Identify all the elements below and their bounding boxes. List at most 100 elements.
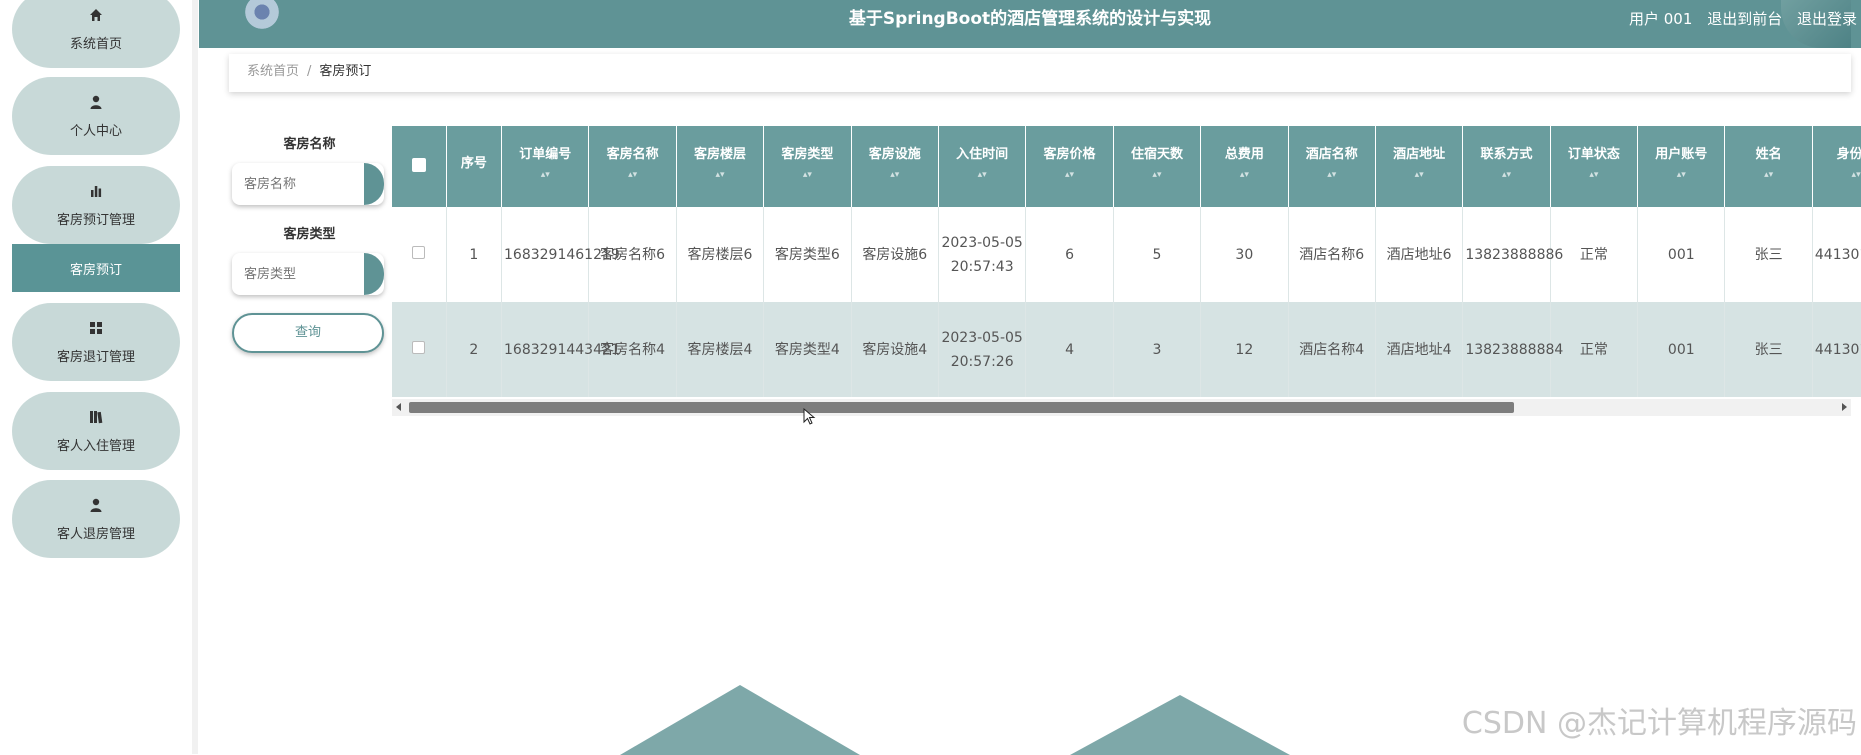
column-header-label: 客房名称	[606, 147, 659, 162]
room-type-input[interactable]	[232, 253, 362, 295]
scroll-right-arrow-icon[interactable]	[1842, 403, 1847, 411]
column-header[interactable]: 入住时间 ▴▾	[938, 126, 1027, 207]
logout-link[interactable]: 退出登录	[1797, 10, 1857, 28]
sort-icon[interactable]: ▴▾	[1815, 170, 1861, 180]
sort-icon[interactable]: ▴▾	[1378, 170, 1460, 180]
table-cell: 2023-05-05 20:57:43	[938, 207, 1027, 302]
table-cell: 2023-05-05 20:57:26	[938, 302, 1027, 397]
room-name-input[interactable]	[232, 163, 362, 205]
row-checkbox[interactable]	[412, 340, 426, 354]
top-header: 基于SpringBoot的酒店管理系统的设计与实现 用户 001 退出到前台 退…	[199, 0, 1861, 48]
breadcrumb-current: 客房预订	[319, 64, 372, 79]
column-header[interactable]: 订单状态 ▴▾	[1550, 126, 1639, 207]
sort-icon[interactable]: ▴▾	[1291, 170, 1373, 180]
room-name-label: 客房名称	[283, 137, 336, 152]
watermark: CSDN @杰记计算机程序源码	[1461, 706, 1857, 741]
column-header[interactable]: 客房类型 ▴▾	[763, 126, 852, 207]
table-cell: 张三	[1724, 207, 1813, 302]
sort-icon[interactable]: ▴▾	[591, 170, 673, 180]
sort-icon[interactable]: ▴▾	[1028, 170, 1110, 180]
column-header[interactable]: 总费用 ▴▾	[1200, 126, 1289, 207]
sort-icon[interactable]: ▴▾	[1203, 170, 1285, 180]
scrollbar-thumb[interactable]	[409, 402, 1514, 413]
column-header[interactable]: 酒店地址 ▴▾	[1375, 126, 1464, 207]
table-row[interactable]: 2 1683291443421 客房名称4 客房楼层4 客房类型4 客房设施4 2023-0…	[392, 302, 1861, 397]
table-cell: 客房名称4	[588, 302, 677, 397]
table-cell: 客房楼层4	[676, 302, 765, 397]
sort-icon[interactable]: ▴▾	[941, 170, 1023, 180]
row-select-cell[interactable]	[392, 207, 447, 302]
sidebar-item-checkout-management[interactable]: 客人退房管理	[12, 480, 180, 558]
sort-icon[interactable]: ▴▾	[1116, 170, 1198, 180]
sidebar: 系统首页 个人中心 客房预订管理 客房预订 客房退订管理 客人入住管理 客人退房…	[0, 0, 198, 754]
home-icon	[90, 8, 102, 21]
column-header[interactable]: 身份证 ▴▾	[1812, 126, 1861, 207]
table-cell: 酒店名称6	[1288, 207, 1376, 302]
table-cell: 张三	[1724, 302, 1813, 397]
column-header[interactable]: 客房楼层 ▴▾	[676, 126, 765, 207]
breadcrumb-separator: /	[307, 64, 312, 79]
book-icon	[90, 410, 103, 423]
horizontal-scrollbar[interactable]	[392, 399, 1851, 416]
table-row[interactable]: 1 1683291461219 客房名称6 客房楼层6 客房类型6 客房设施6 2023-0…	[392, 207, 1861, 302]
sidebar-item-label: 客人入住管理	[56, 438, 135, 454]
table-cell: 正常	[1550, 207, 1639, 302]
sidebar-item-checkin-management[interactable]: 客人入住管理	[12, 392, 180, 470]
column-header[interactable]: 住宿天数 ▴▾	[1113, 126, 1202, 207]
table-cell: 2	[446, 302, 503, 397]
table-cell: 5	[1113, 207, 1202, 302]
room-type-label: 客房类型	[283, 227, 336, 242]
sort-icon[interactable]: ▴▾	[1465, 170, 1547, 180]
table-cell: 6	[1025, 207, 1114, 302]
column-header-label: 酒店地址	[1393, 147, 1446, 162]
decorative-triangle	[620, 685, 860, 755]
table-cell: 客房设施4	[851, 302, 939, 397]
search-panel: 客房名称 客房类型 查询	[232, 133, 387, 353]
column-header[interactable]: 联系方式 ▴▾	[1462, 126, 1551, 207]
room-name-field[interactable]	[232, 163, 384, 205]
select-all-header[interactable]	[392, 126, 447, 207]
column-header[interactable]: 客房价格 ▴▾	[1025, 126, 1114, 207]
back-to-front-link[interactable]: 退出到前台	[1707, 10, 1782, 28]
sort-icon[interactable]: ▴▾	[504, 170, 586, 180]
sort-icon[interactable]: ▴▾	[679, 170, 761, 180]
page-title: 基于SpringBoot的酒店管理系统的设计与实现	[848, 9, 1212, 29]
sidebar-item-personal-center[interactable]: 个人中心	[12, 77, 180, 155]
row-checkbox[interactable]	[412, 245, 426, 259]
sort-icon[interactable]: ▴▾	[1640, 170, 1722, 180]
table-header-row: 序号 订单编号 ▴▾ 客房名称 ▴▾ 客房楼层 ▴▾ 客房类型 ▴▾ 客房设施 ▴▾ 入住时间 ▴▾ 客房…	[392, 126, 1861, 207]
column-header[interactable]: 客房名称 ▴▾	[588, 126, 677, 207]
mouse-cursor-icon	[803, 408, 816, 425]
breadcrumb-home[interactable]: 系统首页	[247, 64, 299, 79]
column-header-label: 住宿天数	[1130, 147, 1183, 162]
bar-chart-icon	[91, 185, 102, 197]
table-cell: 3	[1113, 302, 1202, 397]
sort-icon[interactable]: ▴▾	[854, 170, 936, 180]
column-header[interactable]: 用户账号 ▴▾	[1637, 126, 1726, 207]
sidebar-item-cancel-management[interactable]: 客房退订管理	[12, 303, 180, 381]
table-cell: 客房类型6	[763, 207, 852, 302]
room-type-field[interactable]	[232, 253, 384, 295]
table-cell: 1683291443421	[501, 302, 620, 397]
column-header[interactable]: 酒店名称 ▴▾	[1288, 126, 1376, 207]
sort-icon[interactable]: ▴▾	[766, 170, 848, 180]
sidebar-item-room-booking[interactable]: 客房预订	[12, 244, 180, 292]
sidebar-item-label: 客人退房管理	[56, 526, 135, 542]
table-cell: 12	[1200, 302, 1289, 397]
sidebar-item-home[interactable]: 系统首页	[12, 0, 180, 68]
column-header[interactable]: 订单编号 ▴▾	[501, 126, 590, 207]
column-header[interactable]: 姓名 ▴▾	[1724, 126, 1813, 207]
sort-icon[interactable]: ▴▾	[1553, 170, 1635, 180]
table-cell: 001	[1637, 207, 1726, 302]
select-all-checkbox[interactable]	[411, 157, 426, 172]
sidebar-item-booking-management[interactable]: 客房预订管理	[12, 166, 180, 244]
column-header-label: 订单编号	[519, 147, 572, 162]
row-select-cell[interactable]	[392, 302, 447, 397]
table-cell: 1683291461219	[501, 207, 620, 302]
column-header[interactable]: 客房设施 ▴▾	[851, 126, 939, 207]
query-button[interactable]: 查询	[232, 313, 384, 353]
column-header-label: 序号	[460, 156, 487, 171]
column-header[interactable]: 序号	[446, 126, 503, 207]
sort-icon[interactable]: ▴▾	[1727, 170, 1809, 180]
scroll-left-arrow-icon[interactable]	[396, 403, 401, 411]
